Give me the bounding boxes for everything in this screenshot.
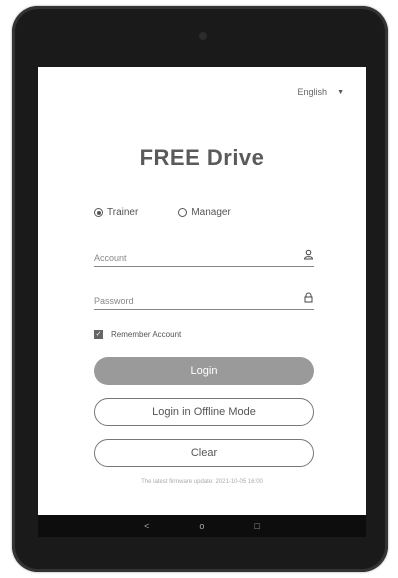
- lock-icon: [303, 292, 314, 306]
- clear-button[interactable]: Clear: [94, 439, 314, 467]
- role-trainer[interactable]: Trainer: [94, 207, 138, 218]
- firmware-update-note: The latest firmware update: 2021-10-05 1…: [141, 479, 263, 485]
- password-field[interactable]: Password: [94, 290, 314, 310]
- role-manager-label: Manager: [191, 207, 231, 218]
- user-icon: [303, 249, 314, 263]
- account-placeholder: Account: [94, 253, 127, 263]
- chevron-down-icon: ▼: [337, 88, 344, 96]
- language-label: English: [297, 87, 328, 97]
- role-trainer-label: Trainer: [107, 207, 139, 218]
- language-selector[interactable]: English ▼: [298, 87, 344, 97]
- login-button[interactable]: Login: [94, 357, 314, 385]
- android-navbar: < o □: [38, 515, 366, 537]
- password-placeholder: Password: [94, 296, 134, 306]
- remember-label: Remember Account: [111, 330, 182, 339]
- recent-apps-icon[interactable]: □: [254, 521, 259, 531]
- app-title: FREE Drive: [139, 145, 265, 170]
- checkbox-checked-icon: ✓: [94, 330, 103, 339]
- role-manager[interactable]: Manager: [178, 207, 231, 218]
- radio-unchecked-icon: [178, 208, 188, 217]
- app-screen: English ▼ FREE Drive Trainer Manager Acc…: [38, 67, 366, 515]
- offline-login-button[interactable]: Login in Offline Mode: [94, 398, 314, 426]
- role-selector: Trainer Manager: [94, 207, 231, 218]
- camera-dot: [199, 32, 207, 40]
- back-icon[interactable]: <: [144, 521, 149, 531]
- home-icon[interactable]: o: [199, 521, 204, 531]
- account-field[interactable]: Account: [94, 247, 314, 267]
- remember-account[interactable]: ✓ Remember Account: [94, 330, 181, 339]
- radio-checked-icon: [94, 208, 103, 217]
